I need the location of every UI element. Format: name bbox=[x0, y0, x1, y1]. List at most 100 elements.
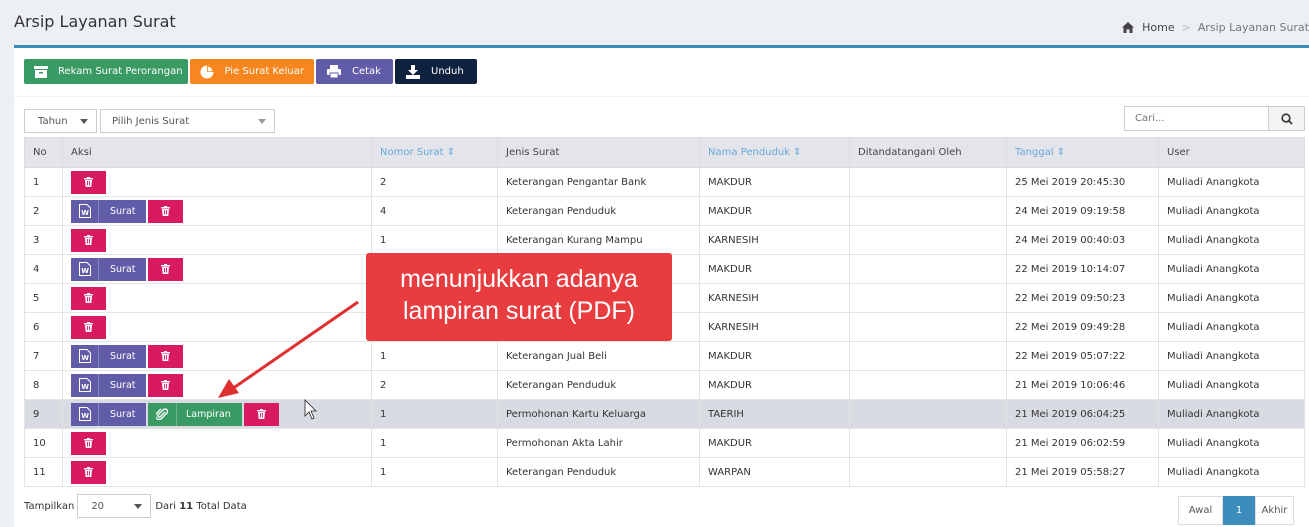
cell-user: Muliadi Anangkota bbox=[1158, 428, 1305, 458]
trash-icon bbox=[257, 409, 266, 419]
trash-icon bbox=[84, 235, 93, 245]
delete-button[interactable] bbox=[71, 170, 106, 194]
surat-button[interactable]: W Surat bbox=[71, 344, 146, 368]
paperclip-icon bbox=[156, 407, 168, 420]
surat-button[interactable]: W Surat bbox=[71, 257, 146, 281]
pie-surat-keluar-button[interactable]: Pie Surat Keluar bbox=[190, 59, 314, 84]
pagination-page[interactable]: 1 bbox=[1223, 496, 1255, 525]
cell-nomor: 2 bbox=[371, 370, 498, 400]
cell-nomor: 1 bbox=[371, 225, 498, 255]
cell-tanggal: 24 Mei 2019 00:40:03 bbox=[1006, 225, 1159, 255]
col-nomor-surat-label: Nomor Surat bbox=[380, 147, 444, 158]
delete-button[interactable] bbox=[148, 199, 183, 223]
delete-button[interactable] bbox=[71, 431, 106, 455]
page-size-select[interactable]: 20 bbox=[77, 494, 152, 518]
cell-nama: MAKDUR bbox=[699, 341, 850, 371]
col-jenis-surat: Jenis Surat bbox=[497, 137, 700, 168]
unduh-button[interactable]: Unduh bbox=[395, 59, 477, 84]
sort-icon: ⇕ bbox=[1056, 147, 1066, 158]
surat-button[interactable]: W Surat bbox=[71, 402, 146, 426]
col-tanggal-label: Tanggal bbox=[1015, 147, 1054, 158]
cell-no: 6 bbox=[24, 312, 63, 342]
cell-no: 5 bbox=[24, 283, 63, 313]
pie-chart-icon bbox=[200, 65, 214, 79]
cetak-button[interactable]: Cetak bbox=[316, 59, 393, 84]
row-actions: W Surat bbox=[71, 344, 371, 368]
cell-user: Muliadi Anangkota bbox=[1158, 167, 1305, 197]
col-nomor-surat[interactable]: Nomor Surat ⇕ bbox=[371, 137, 498, 168]
delete-button[interactable] bbox=[244, 402, 279, 426]
row-actions: W Surat bbox=[71, 373, 371, 397]
cetak-label: Cetak bbox=[352, 66, 381, 77]
cell-nama: WARPAN bbox=[699, 457, 850, 487]
search-button[interactable] bbox=[1268, 107, 1304, 130]
pagination-last[interactable]: Akhir bbox=[1255, 496, 1294, 525]
lampiran-button[interactable]: Lampiran bbox=[148, 402, 242, 426]
trash-icon bbox=[84, 467, 93, 477]
trash-icon bbox=[84, 322, 93, 332]
col-tanggal[interactable]: Tanggal ⇕ bbox=[1006, 137, 1159, 168]
cell-jenis: Keterangan Penduduk bbox=[497, 457, 700, 487]
table-row: 11 1 Keterangan Penduduk WARPAN 21 Mei 2019 … bbox=[24, 457, 1305, 487]
delete-button[interactable] bbox=[71, 315, 106, 339]
row-actions: W Surat Lampiran bbox=[71, 402, 371, 426]
tahun-select-value: Tahun bbox=[38, 115, 68, 127]
pagination-first[interactable]: Awal bbox=[1178, 496, 1223, 525]
cell-aksi: W Surat bbox=[62, 254, 372, 284]
col-nama-penduduk-label: Nama Penduduk bbox=[708, 147, 790, 158]
divider bbox=[14, 96, 1309, 97]
cell-aksi bbox=[62, 225, 372, 255]
col-nama-penduduk[interactable]: Nama Penduduk ⇕ bbox=[699, 137, 850, 168]
search-input[interactable] bbox=[1125, 107, 1269, 130]
surat-button[interactable]: W Surat bbox=[71, 199, 146, 223]
cell-tanggal: 21 Mei 2019 10:06:46 bbox=[1006, 370, 1159, 400]
page-size-value: 20 bbox=[91, 500, 105, 512]
row-actions bbox=[71, 170, 371, 194]
cell-nama: TAERIH bbox=[699, 399, 850, 429]
cell-user: Muliadi Anangkota bbox=[1158, 283, 1305, 313]
annotation-callout: menunjukkan adanya lampiran surat (PDF) bbox=[366, 253, 672, 341]
total-suffix: Total Data bbox=[196, 500, 247, 512]
rekam-surat-label: Rekam Surat Perorangan bbox=[58, 66, 183, 77]
cell-nama: KARNESIH bbox=[699, 283, 850, 313]
delete-button[interactable] bbox=[71, 228, 106, 252]
jenis-surat-select[interactable]: Pilih Jenis Surat bbox=[100, 109, 275, 133]
cell-nama: KARNESIH bbox=[699, 312, 850, 342]
cell-jenis: Keterangan Penduduk bbox=[497, 196, 700, 226]
search-box bbox=[1124, 106, 1305, 131]
row-actions bbox=[71, 315, 371, 339]
breadcrumb-home-link[interactable]: Home bbox=[1142, 21, 1174, 34]
delete-button[interactable] bbox=[148, 257, 183, 281]
delete-button[interactable] bbox=[148, 344, 183, 368]
cell-nomor: 1 bbox=[371, 428, 498, 458]
paperclip-icon-wrap bbox=[148, 402, 177, 426]
col-aksi: Aksi bbox=[62, 137, 372, 168]
delete-button[interactable] bbox=[71, 286, 106, 310]
cell-no: 1 bbox=[24, 167, 63, 197]
cell-no: 2 bbox=[24, 196, 63, 226]
cell-no: 9 bbox=[24, 399, 63, 429]
trash-icon bbox=[161, 206, 170, 216]
cell-nama: MAKDUR bbox=[699, 254, 850, 284]
row-actions bbox=[71, 431, 371, 455]
cell-no: 10 bbox=[24, 428, 63, 458]
delete-button[interactable] bbox=[71, 460, 106, 484]
svg-text:W: W bbox=[81, 267, 89, 275]
cell-ttd bbox=[849, 370, 1007, 400]
svg-text:W: W bbox=[81, 354, 89, 362]
surat-button[interactable]: W Surat bbox=[71, 373, 146, 397]
table-row: 7 W Surat 1 Keterangan Jual Beli MAKDUR 22 Mei… bbox=[24, 341, 1305, 371]
page-title: Arsip Layanan Surat bbox=[14, 12, 176, 31]
rekam-surat-button[interactable]: Rekam Surat Perorangan bbox=[24, 59, 188, 84]
trash-icon bbox=[84, 177, 93, 187]
pie-surat-label: Pie Surat Keluar bbox=[224, 66, 304, 77]
annotation-line-1: menunjukkan adanya bbox=[400, 265, 638, 293]
cell-aksi: W Surat bbox=[62, 341, 372, 371]
word-icon-wrap: W bbox=[71, 199, 99, 223]
jenis-surat-select-value: Pilih Jenis Surat bbox=[112, 115, 190, 127]
cell-tanggal: 21 Mei 2019 05:58:27 bbox=[1006, 457, 1159, 487]
delete-button[interactable] bbox=[148, 373, 183, 397]
tahun-select[interactable]: Tahun bbox=[24, 109, 97, 133]
surat-label: Surat bbox=[110, 350, 136, 362]
cell-no: 7 bbox=[24, 341, 63, 371]
